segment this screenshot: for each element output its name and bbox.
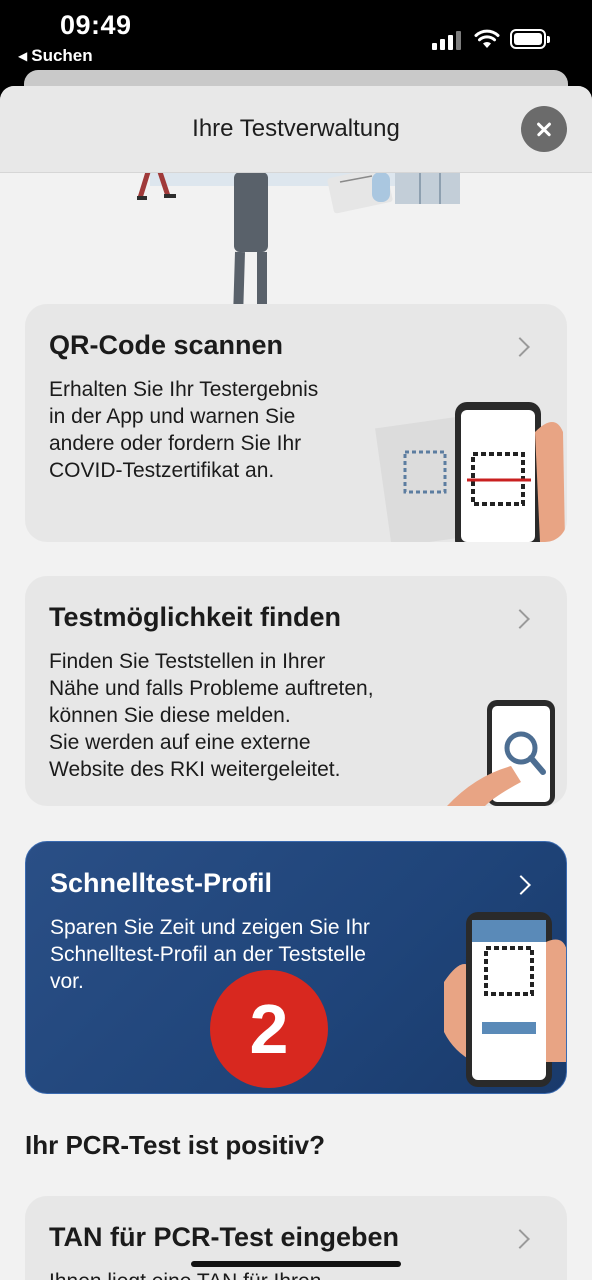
nav-title: Ihre Testverwaltung (192, 115, 400, 142)
chevron-right-icon (510, 1229, 530, 1249)
wifi-icon (474, 29, 500, 48)
profile-qr-illustration-icon (444, 912, 566, 1087)
card-find-test[interactable]: Testmöglichkeit finden Finden Sie Testst… (25, 576, 567, 806)
magnifier-illustration-icon (447, 700, 555, 806)
nav-bar: Ihre Testverwaltung (0, 86, 592, 173)
chevron-right-icon (510, 337, 530, 357)
section-heading-pcr-positive: Ihr PCR-Test ist positiv? (25, 1130, 325, 1160)
card-title: TAN für PCR-Test eingeben (49, 1222, 400, 1252)
modal-sheet: Ihre Testverwaltung QR-Code scannen Erha… (0, 86, 592, 1280)
card-pcr-tan[interactable]: TAN für PCR-Test eingeben Ihnen liegt ei… (25, 1196, 567, 1280)
card-description: Erhalten Sie Ihr Testergebnis in der App… (49, 378, 319, 482)
chevron-right-icon (511, 875, 531, 895)
card-title: QR-Code scannen (49, 330, 284, 360)
status-time: 09:49 (60, 10, 132, 40)
card-title: Testmöglichkeit finden (49, 602, 342, 632)
back-app-label: Suchen (31, 46, 93, 65)
qr-scan-illustration-icon (375, 402, 565, 542)
card-description: Finden Sie Teststellen in Ihrer Nähe und… (49, 650, 374, 781)
battery-icon (510, 29, 550, 49)
back-triangle-icon: ◀ (18, 49, 28, 63)
home-indicator[interactable] (191, 1261, 401, 1267)
card-title: Schnelltest-Profil (50, 868, 273, 898)
card-description: Ihnen liegt eine TAN für Ihren (49, 1268, 321, 1280)
signal-icon (432, 31, 461, 50)
status-bar: 09:49 ◀ Suchen (0, 0, 592, 70)
back-to-app-link[interactable]: ◀ Suchen (18, 46, 93, 66)
chevron-right-icon (510, 609, 530, 629)
step-number-badge: 2 (210, 970, 328, 1088)
card-qr-scan[interactable]: QR-Code scannen Erhalten Sie Ihr Testerg… (25, 304, 567, 542)
close-button[interactable] (521, 106, 567, 152)
card-description: Sparen Sie Zeit und zeigen Sie Ihr Schne… (50, 916, 370, 993)
